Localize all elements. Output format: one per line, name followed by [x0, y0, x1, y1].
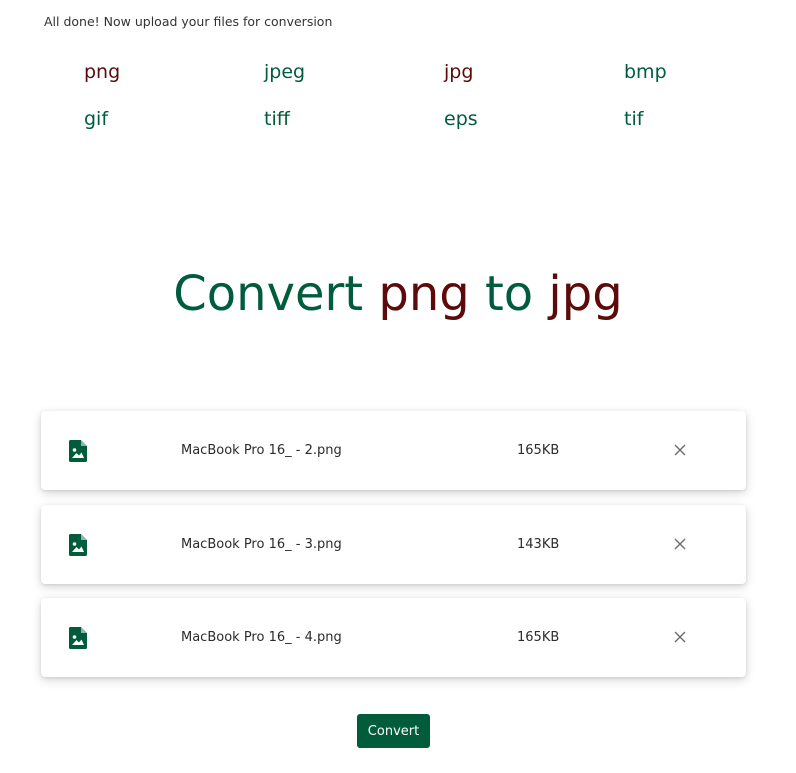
- title-connector: to: [484, 266, 534, 322]
- format-link-bmp[interactable]: bmp: [624, 60, 667, 85]
- format-link-jpg[interactable]: jpg: [444, 60, 473, 85]
- convert-button[interactable]: Convert: [357, 714, 430, 748]
- image-file-icon: [69, 627, 87, 649]
- file-card: MacBook Pro 16_ - 3.png 143KB: [41, 505, 746, 584]
- format-link-jpeg[interactable]: jpeg: [264, 60, 305, 85]
- file-card: MacBook Pro 16_ - 2.png 165KB: [41, 411, 746, 490]
- close-icon[interactable]: [671, 628, 689, 646]
- title-target-format: jpg: [548, 266, 623, 322]
- title-source-format: png: [378, 266, 470, 322]
- file-name: MacBook Pro 16_ - 2.png: [181, 443, 342, 458]
- image-file-icon: [69, 534, 87, 556]
- close-icon[interactable]: [671, 441, 689, 459]
- format-link-tif[interactable]: tif: [624, 107, 643, 132]
- file-size: 143KB: [517, 537, 560, 552]
- close-icon[interactable]: [671, 535, 689, 553]
- image-file-icon: [69, 440, 87, 462]
- format-link-eps[interactable]: eps: [444, 107, 478, 132]
- page-title: Convert png to jpg: [0, 262, 796, 326]
- format-link-png[interactable]: png: [84, 60, 120, 85]
- format-link-gif[interactable]: gif: [84, 107, 108, 132]
- file-name: MacBook Pro 16_ - 4.png: [181, 630, 342, 645]
- file-card: MacBook Pro 16_ - 4.png 165KB: [41, 598, 746, 677]
- title-prefix: Convert: [173, 266, 364, 322]
- status-message: All done! Now upload your files for conv…: [44, 14, 333, 29]
- format-list: png jpeg jpg bmp gif tiff eps tif: [84, 60, 744, 132]
- file-size: 165KB: [517, 630, 560, 645]
- format-link-tiff[interactable]: tiff: [264, 107, 290, 132]
- file-name: MacBook Pro 16_ - 3.png: [181, 537, 342, 552]
- file-size: 165KB: [517, 443, 560, 458]
